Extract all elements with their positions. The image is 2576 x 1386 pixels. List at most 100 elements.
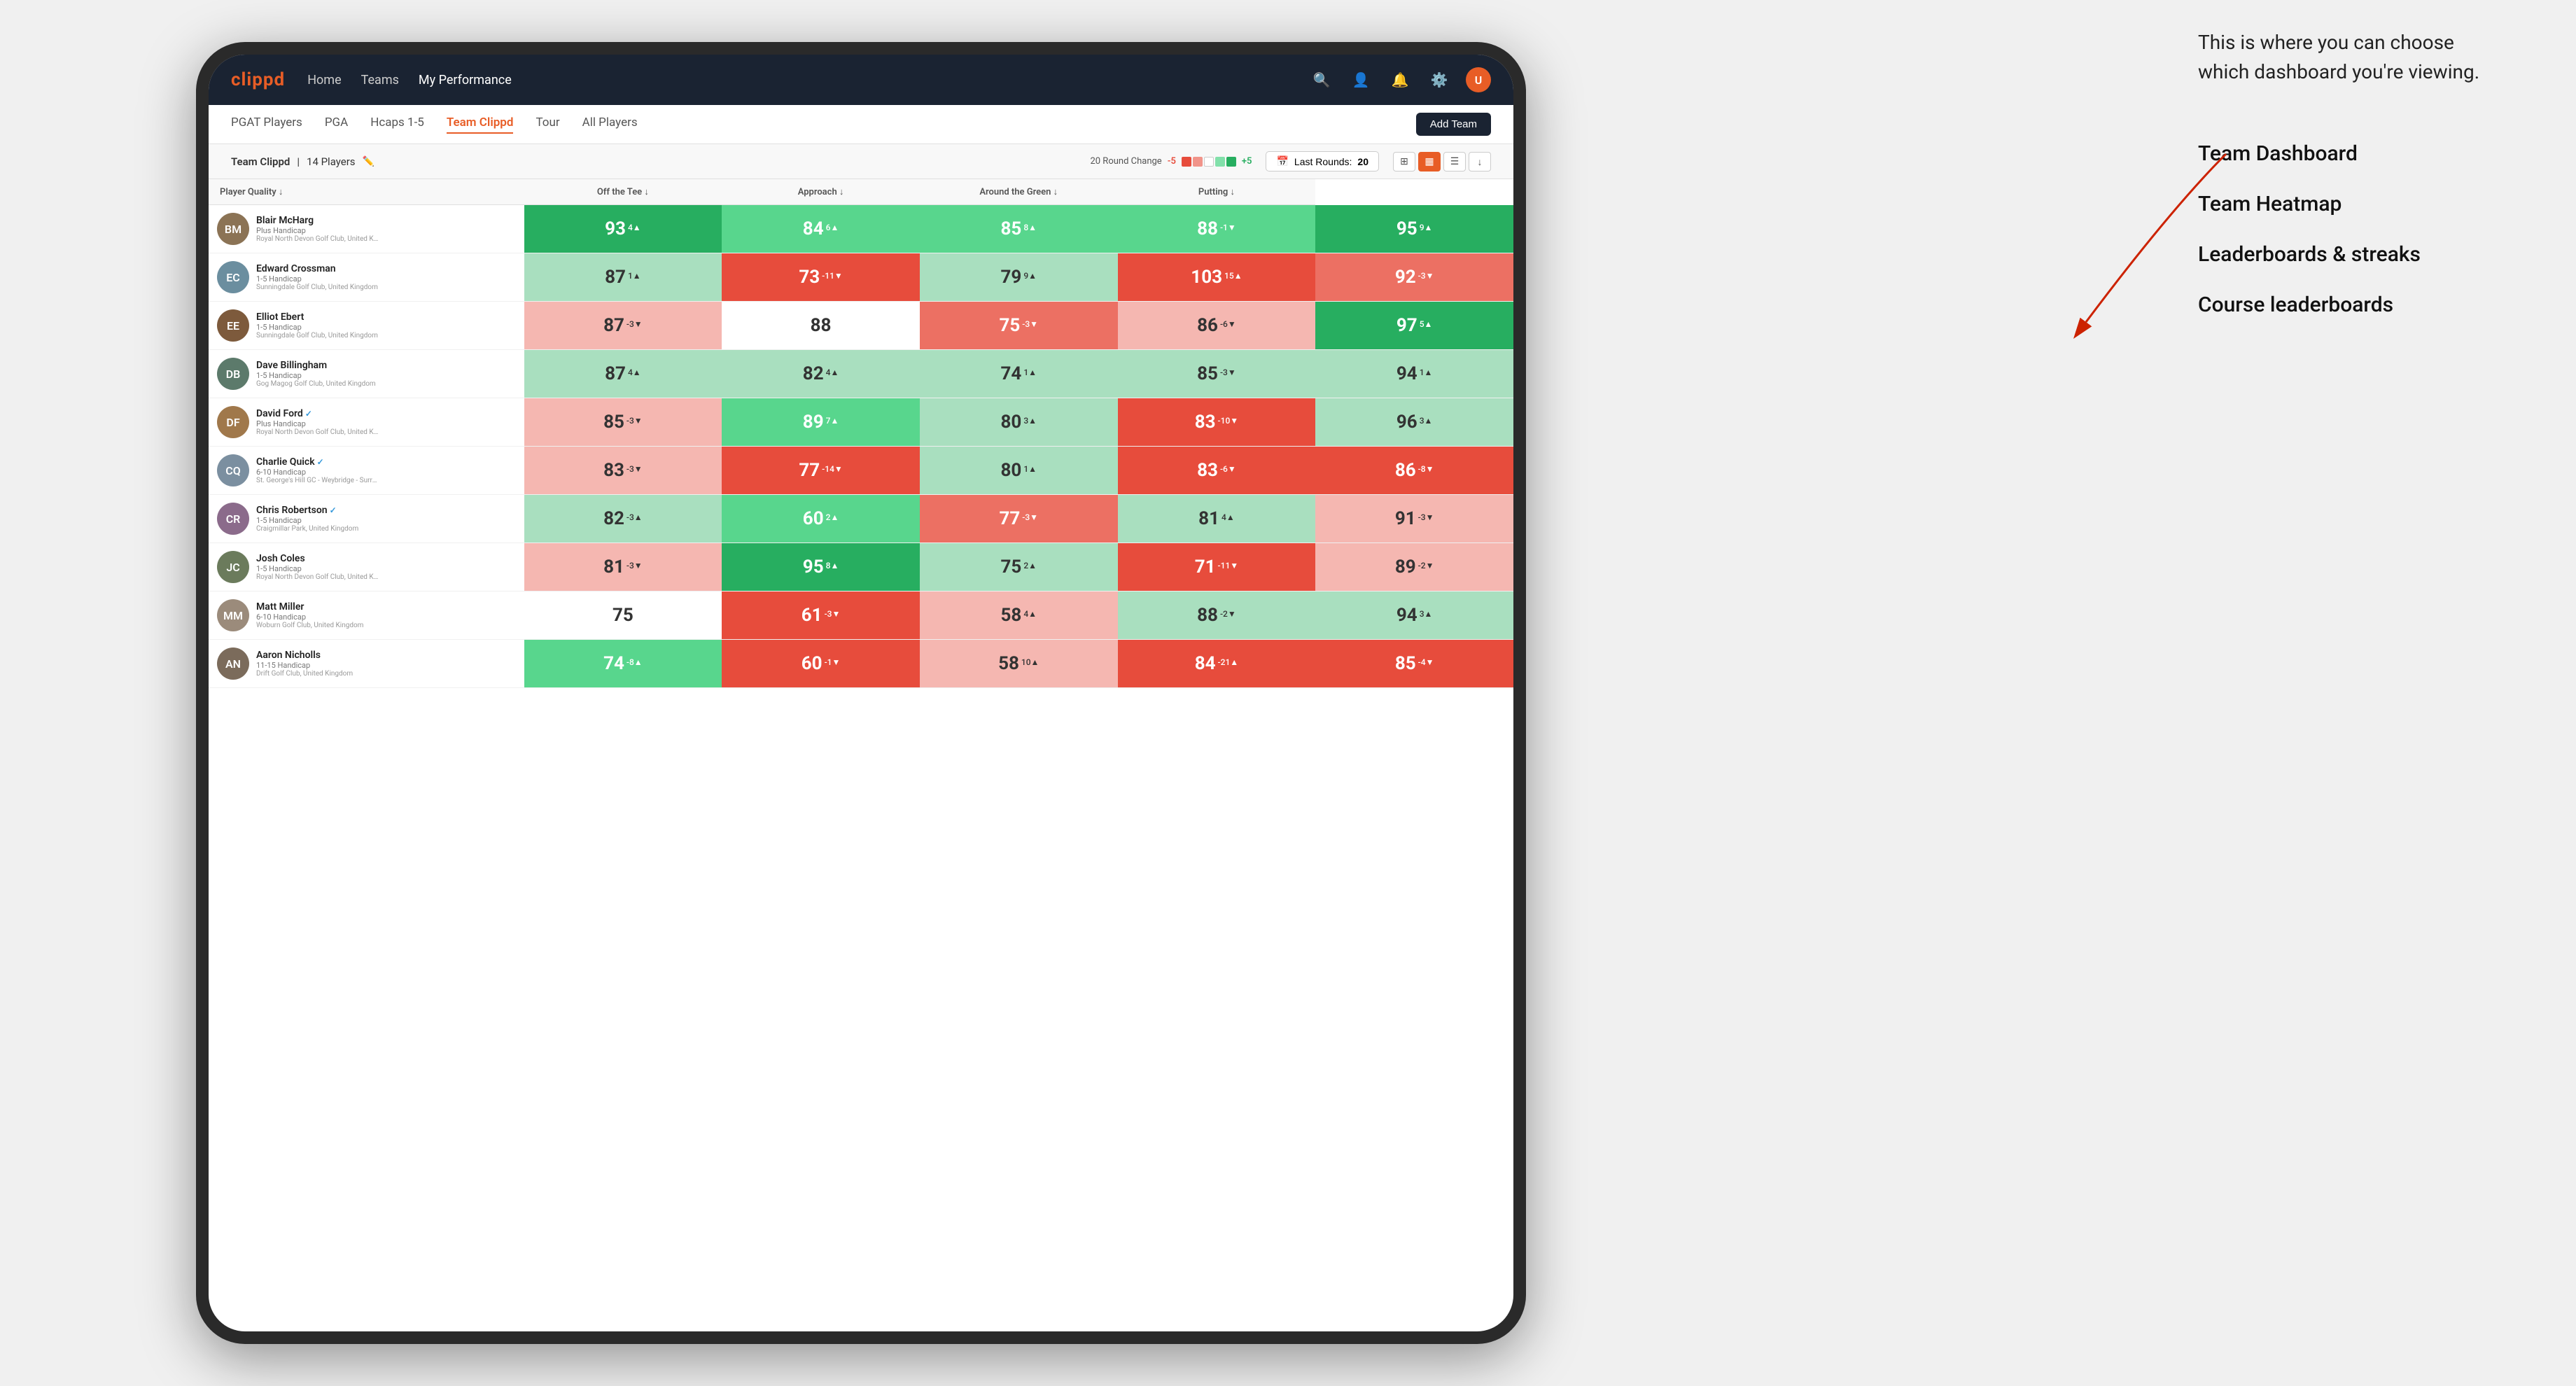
avatar-7: JC [217, 551, 249, 583]
player-handicap-2: 1-5 Handicap [256, 323, 378, 332]
score-change-8-1: -3▼ [825, 609, 841, 622]
score-cell-6-1: 602▲ [722, 495, 920, 543]
color-block-light-green [1215, 157, 1225, 167]
score-value-3-4: 94 [1396, 363, 1418, 384]
subnav-pgat[interactable]: PGAT Players [231, 115, 302, 134]
avatar-8: MM [217, 599, 249, 631]
player-handicap-9: 11-15 Handicap [256, 661, 353, 670]
nav-home[interactable]: Home [307, 73, 341, 88]
score-cell-6-4: 91-3▼ [1315, 495, 1513, 543]
score-change-4-3: -10▼ [1218, 416, 1239, 428]
score-value-6-4: 91 [1395, 508, 1416, 529]
edit-icon[interactable]: ✏️ [363, 156, 374, 167]
score-change-1-0: 1▲ [628, 271, 641, 284]
player-cell-7[interactable]: JCJosh Coles1-5 HandicapRoyal North Devo… [209, 543, 524, 592]
score-value-5-3: 83 [1197, 460, 1218, 481]
th-player-label: Player Quality ↓ [220, 187, 283, 197]
score-value-8-4: 94 [1396, 605, 1418, 626]
score-change-1-4: -3▼ [1418, 271, 1434, 284]
score-value-7-3: 71 [1195, 556, 1216, 578]
table-row: CQCharlie Quick✓6-10 HandicapSt. George'… [209, 447, 1513, 495]
add-team-button[interactable]: Add Team [1416, 113, 1491, 136]
list-view-button[interactable]: ☰ [1443, 152, 1466, 172]
settings-icon[interactable]: ⚙️ [1427, 67, 1452, 92]
avatar-4: DF [217, 406, 249, 438]
player-cell-3[interactable]: DBDave Billingham1-5 HandicapGog Magog G… [209, 350, 524, 398]
search-icon[interactable]: 🔍 [1309, 67, 1334, 92]
score-value-3-1: 82 [803, 363, 824, 384]
player-cell-4[interactable]: DFDavid Ford✓Plus HandicapRoyal North De… [209, 398, 524, 447]
score-cell-8-2: 584▲ [920, 592, 1118, 640]
nav-teams[interactable]: Teams [361, 73, 399, 88]
last-rounds-button[interactable]: 📅 Last Rounds: 20 [1266, 151, 1379, 172]
subnav-tour[interactable]: Tour [536, 115, 559, 134]
score-change-8-3: -2▼ [1220, 609, 1236, 622]
grid-view-button[interactable]: ⊞ [1393, 152, 1415, 172]
score-cell-4-0: 85-3▼ [524, 398, 722, 447]
avatar-1: EC [217, 261, 249, 293]
score-value-5-0: 83 [603, 460, 624, 481]
th-around-green[interactable]: Around the Green ↓ [920, 179, 1118, 205]
player-name-9: Aaron Nicholls [256, 650, 353, 661]
player-cell-8[interactable]: MMMatt Miller6-10 HandicapWoburn Golf Cl… [209, 592, 524, 640]
score-change-9-4: -4▼ [1418, 657, 1434, 670]
th-player[interactable]: Player Quality ↓ [209, 179, 524, 205]
score-cell-6-2: 77-3▼ [920, 495, 1118, 543]
score-value-0-4: 95 [1396, 218, 1418, 239]
th-off-tee-label: Off the Tee ↓ [597, 187, 649, 197]
player-cell-6[interactable]: CRChris Robertson✓1-5 HandicapCraigmilla… [209, 495, 524, 543]
player-club-3: Gog Magog Golf Club, United Kingdom [256, 380, 376, 388]
score-change-9-3: -21▲ [1218, 657, 1239, 670]
th-off-tee[interactable]: Off the Tee ↓ [524, 179, 722, 205]
player-name-6: Chris Robertson✓ [256, 505, 358, 516]
player-cell-1[interactable]: ECEdward Crossman1-5 HandicapSunningdale… [209, 253, 524, 302]
avatar-2: EE [217, 309, 249, 342]
score-value-6-0: 82 [603, 508, 624, 529]
nav-icons: 🔍 👤 🔔 ⚙️ U [1309, 67, 1491, 92]
player-cell-5[interactable]: CQCharlie Quick✓6-10 HandicapSt. George'… [209, 447, 524, 495]
score-change-5-4: -8▼ [1418, 464, 1434, 477]
color-block-red [1182, 157, 1191, 167]
person-icon[interactable]: 👤 [1348, 67, 1373, 92]
score-change-1-2: 9▲ [1023, 271, 1037, 284]
player-cell-2[interactable]: EEElliot Ebert1-5 HandicapSunningdale Go… [209, 302, 524, 350]
subnav-hcaps[interactable]: Hcaps 1-5 [370, 115, 424, 134]
avatar[interactable]: U [1466, 67, 1491, 92]
download-view-button[interactable]: ↓ [1469, 152, 1491, 172]
th-putting[interactable]: Putting ↓ [1118, 179, 1316, 205]
annotation-area: This is where you can choose which dashb… [2198, 28, 2492, 330]
avatar-3: DB [217, 358, 249, 390]
score-cell-5-0: 83-3▼ [524, 447, 722, 495]
player-name-0: Blair McHarg [256, 215, 379, 226]
score-value-2-0: 87 [603, 315, 624, 336]
score-cell-3-3: 85-3▼ [1118, 350, 1316, 398]
th-approach[interactable]: Approach ↓ [722, 179, 920, 205]
player-name-8: Matt Miller [256, 601, 363, 612]
player-cell-9[interactable]: ANAaron Nicholls11-15 HandicapDrift Golf… [209, 640, 524, 688]
subnav-team-clippd[interactable]: Team Clippd [447, 115, 514, 134]
subnav-pga[interactable]: PGA [325, 115, 348, 134]
annotation-text: This is where you can choose which dashb… [2198, 28, 2492, 87]
score-value-7-4: 89 [1395, 556, 1416, 578]
score-cell-7-2: 752▲ [920, 543, 1118, 592]
score-cell-7-4: 89-2▼ [1315, 543, 1513, 592]
score-change-8-4: 3▲ [1420, 609, 1433, 622]
player-cell-0[interactable]: BMBlair McHargPlus HandicapRoyal North D… [209, 205, 524, 253]
heatmap-view-button[interactable]: ▦ [1418, 152, 1441, 172]
score-change-4-1: 7▲ [826, 416, 839, 428]
score-cell-2-3: 86-6▼ [1118, 302, 1316, 350]
subnav-all-players[interactable]: All Players [582, 115, 638, 134]
bell-icon[interactable]: 🔔 [1387, 67, 1413, 92]
avatar-5: CQ [217, 454, 249, 486]
player-handicap-1: 1-5 Handicap [256, 274, 378, 284]
data-table: Player Quality ↓ Off the Tee ↓ Approach … [209, 179, 1513, 688]
score-value-5-1: 77 [799, 460, 820, 481]
score-change-0-1: 6▲ [826, 223, 839, 235]
nav-my-performance[interactable]: My Performance [419, 73, 512, 88]
ipad-frame: clippd Home Teams My Performance 🔍 👤 🔔 ⚙… [196, 42, 1526, 1344]
player-handicap-4: Plus Handicap [256, 419, 379, 428]
score-change-4-2: 3▲ [1023, 416, 1037, 428]
logo: clippd [231, 69, 285, 90]
score-cell-0-2: 858▲ [920, 205, 1118, 253]
score-cell-9-2: 5810▲ [920, 640, 1118, 688]
